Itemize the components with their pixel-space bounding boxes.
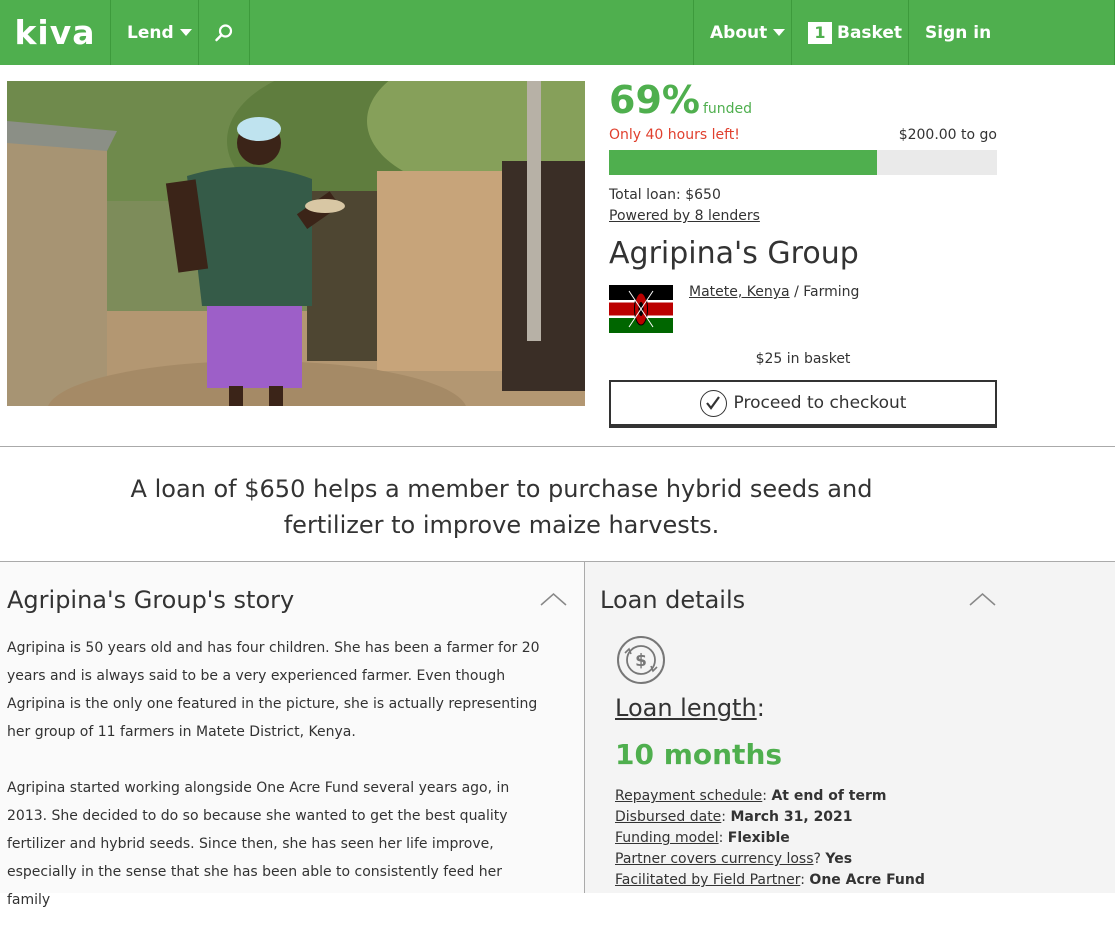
search-icon bbox=[215, 23, 233, 41]
fact-row: Partner covers currency loss? Yes bbox=[615, 849, 925, 870]
story-paragraph: Agripina started working alongside One A… bbox=[7, 780, 510, 908]
borrower-name: Agripina's Group bbox=[609, 236, 859, 271]
fact-value: March 31, 2021 bbox=[730, 809, 853, 825]
fact-value: Yes bbox=[825, 851, 853, 867]
fact-label-link[interactable]: Partner covers currency loss bbox=[615, 851, 813, 867]
basket-link[interactable]: 1 Basket bbox=[792, 0, 909, 65]
fact-row: Repayment schedule: At end of term bbox=[615, 786, 925, 807]
kenya-flag bbox=[609, 285, 673, 333]
checkmark-icon bbox=[699, 389, 727, 417]
amount-to-go: $200.00 to go bbox=[898, 127, 997, 143]
fact-row: Facilitated by Field Partner: One Acre F… bbox=[615, 870, 925, 891]
svg-text:$: $ bbox=[635, 651, 647, 671]
in-basket-amount: $25 in basket bbox=[755, 351, 851, 367]
loan-details-title: Loan details bbox=[600, 586, 746, 614]
loan-use-statement: A loan of $650 helps a member to purchas… bbox=[130, 475, 873, 539]
caret-down-icon bbox=[773, 29, 786, 36]
loan-length-link[interactable]: Loan length bbox=[615, 694, 757, 722]
percent-value: 69% bbox=[609, 78, 700, 122]
fact-label-link[interactable]: Funding model bbox=[615, 830, 719, 846]
story-paragraph: Agripina is 50 years old and has four ch… bbox=[7, 640, 540, 740]
loan-length-label: Loan length: bbox=[615, 694, 765, 722]
chevron-up-icon[interactable] bbox=[540, 592, 567, 606]
funded-percentage: 69% funded bbox=[609, 78, 752, 122]
about-label: About bbox=[710, 22, 768, 43]
top-nav: kiva Lend About 1 Basket Sign in bbox=[0, 0, 1115, 65]
divider bbox=[0, 446, 1115, 447]
fact-separator: : bbox=[718, 830, 728, 846]
search-button[interactable] bbox=[199, 0, 250, 65]
about-menu[interactable]: About bbox=[693, 0, 792, 65]
loan-length-value: 10 months bbox=[615, 738, 783, 771]
sector-label: / Farming bbox=[794, 284, 860, 300]
sign-in-link[interactable]: Sign in bbox=[909, 0, 1115, 65]
fact-separator: ? bbox=[813, 851, 826, 867]
story-body: Agripina is 50 years old and has four ch… bbox=[7, 634, 547, 942]
lend-menu[interactable]: Lend bbox=[111, 0, 199, 65]
funding-progress-bar bbox=[609, 150, 997, 175]
story-title: Agripina's Group's story bbox=[7, 586, 295, 614]
proceed-to-checkout-button[interactable]: Proceed to checkout bbox=[609, 380, 997, 428]
funding-progress-fill bbox=[609, 150, 877, 175]
basket-count: 1 bbox=[808, 21, 832, 44]
fact-value: Flexible bbox=[727, 830, 790, 846]
total-loan: Total loan: $650 bbox=[609, 187, 721, 203]
fact-row: Funding model: Flexible bbox=[615, 828, 925, 849]
sign-in-label: Sign in bbox=[925, 22, 992, 43]
fact-label-link[interactable]: Facilitated by Field Partner bbox=[615, 872, 800, 888]
checkout-label: Proceed to checkout bbox=[733, 393, 907, 413]
story-panel: Agripina's Group's story Agripina is 50 … bbox=[0, 562, 584, 908]
borrower-photo bbox=[7, 81, 585, 406]
fact-row: Disbursed date: March 31, 2021 bbox=[615, 807, 925, 828]
fact-value: One Acre Fund bbox=[809, 872, 925, 888]
lend-label: Lend bbox=[127, 22, 174, 43]
logo-text: kiva bbox=[14, 13, 96, 52]
time-left: Only 40 hours left! bbox=[609, 127, 740, 143]
fact-label-link[interactable]: Disbursed date bbox=[615, 809, 721, 825]
chevron-up-icon[interactable] bbox=[969, 592, 996, 606]
currency-exchange-icon: $ bbox=[617, 636, 665, 684]
caret-down-icon bbox=[179, 29, 192, 36]
funded-label: funded bbox=[702, 101, 753, 117]
loan-facts: Repayment schedule: At end of term Disbu… bbox=[615, 786, 925, 891]
fact-label-link[interactable]: Repayment schedule bbox=[615, 788, 762, 804]
lenders-link[interactable]: Powered by 8 lenders bbox=[609, 208, 760, 224]
kiva-logo[interactable]: kiva bbox=[0, 0, 111, 65]
location-link[interactable]: Matete, Kenya bbox=[689, 284, 790, 300]
borrower-location: Matete, Kenya / Farming bbox=[689, 284, 859, 300]
fact-value: At end of term bbox=[771, 788, 887, 804]
basket-label: Basket bbox=[837, 22, 903, 43]
